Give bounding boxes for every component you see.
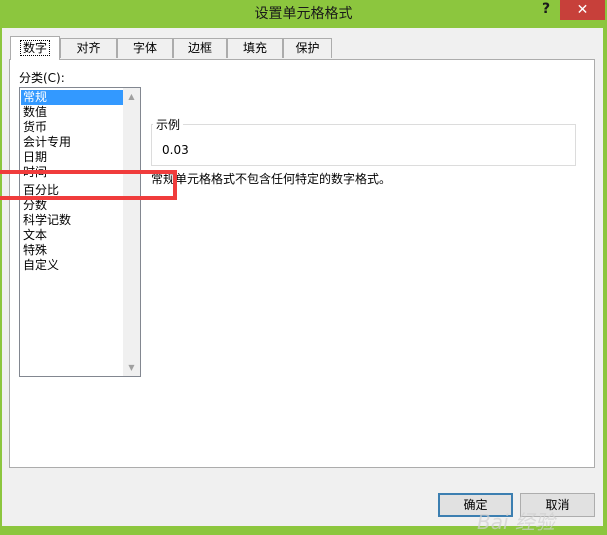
category-item-percentage[interactable]: 百分比 [21, 183, 123, 198]
tab-protection[interactable]: 保护 [283, 38, 332, 58]
category-item-scientific[interactable]: 科学记数 [21, 213, 123, 228]
tab-border[interactable]: 边框 [173, 38, 227, 58]
format-cells-dialog: 设置单元格格式 ? ✕ 数字 对齐 字体 边框 填充 保护 分类(C): 常规 … [0, 0, 607, 534]
format-description: 常规单元格格式不包含任何特定的数字格式。 [151, 172, 392, 186]
category-item-custom[interactable]: 自定义 [21, 258, 123, 273]
dialog-title: 设置单元格格式 [254, 6, 353, 22]
category-item-currency[interactable]: 货币 [21, 120, 123, 135]
close-button[interactable]: ✕ [560, 0, 605, 20]
number-tab-panel: 分类(C): 常规 数值 货币 会计专用 日期 时间 百分比 分数 科学记数 文… [9, 59, 595, 468]
dialog-body: 数字 对齐 字体 边框 填充 保护 分类(C): 常规 数值 货币 会计专用 日… [0, 28, 603, 534]
sample-group: 0.03 [151, 124, 576, 166]
category-item-date[interactable]: 日期 [21, 150, 123, 165]
category-item-number[interactable]: 数值 [21, 105, 123, 120]
category-list: 常规 数值 货币 会计专用 日期 时间 百分比 分数 科学记数 文本 特殊 自定… [21, 90, 123, 273]
title-bar: 设置单元格格式 ? ✕ [0, 0, 607, 24]
cancel-button[interactable]: 取消 [520, 493, 595, 517]
category-item-text[interactable]: 文本 [21, 228, 123, 243]
tab-number[interactable]: 数字 [10, 36, 60, 60]
tab-fill[interactable]: 填充 [227, 38, 283, 58]
category-item-time[interactable]: 时间 [21, 165, 123, 180]
scroll-up-icon[interactable]: ▲ [123, 88, 140, 105]
tab-alignment[interactable]: 对齐 [60, 38, 117, 58]
sample-value: 0.03 [162, 143, 189, 157]
category-listbox[interactable]: 常规 数值 货币 会计专用 日期 时间 百分比 分数 科学记数 文本 特殊 自定… [19, 87, 141, 377]
category-item-special[interactable]: 特殊 [21, 243, 123, 258]
close-icon: ✕ [576, 2, 589, 18]
help-button[interactable]: ? [533, 0, 559, 20]
category-label: 分类(C): [19, 71, 65, 85]
tab-font[interactable]: 字体 [117, 38, 173, 58]
scroll-down-icon[interactable]: ▼ [123, 359, 140, 376]
category-item-fraction[interactable]: 分数 [21, 198, 123, 213]
category-item-accounting[interactable]: 会计专用 [21, 135, 123, 150]
sample-legend: 示例 [153, 116, 184, 133]
category-item-general[interactable]: 常规 [21, 90, 123, 105]
ok-button[interactable]: 确定 [438, 493, 513, 517]
category-scrollbar[interactable]: ▲ ▼ [123, 88, 140, 376]
